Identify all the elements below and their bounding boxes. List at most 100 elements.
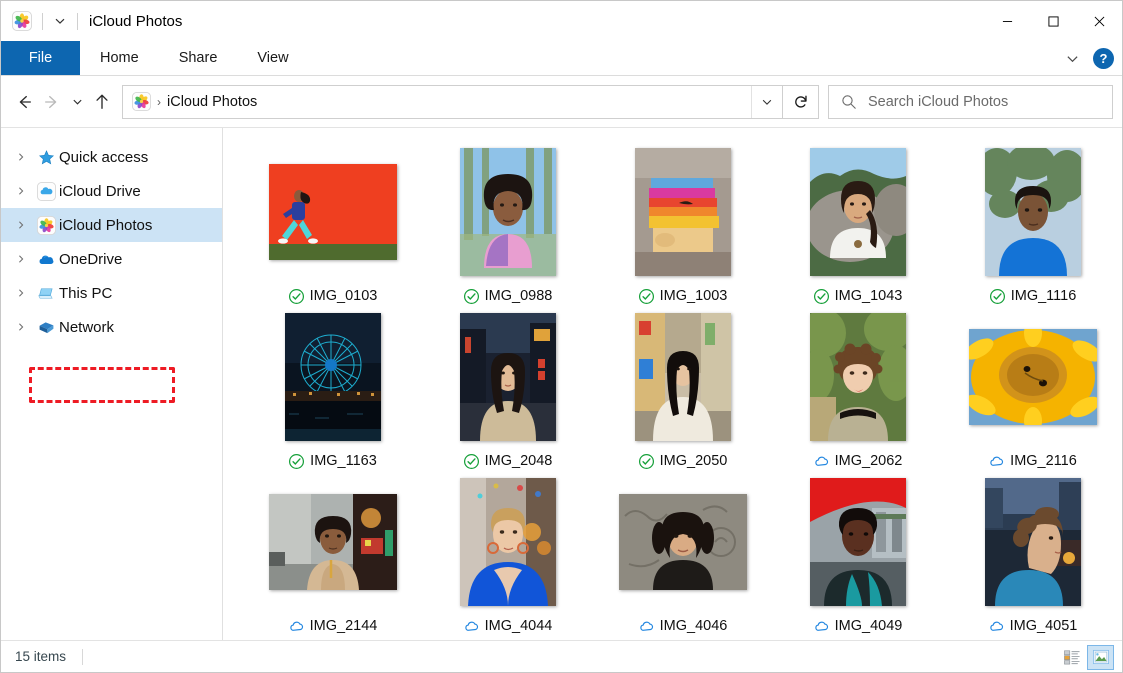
blue-cloud-icon <box>463 618 480 635</box>
file-label: IMG_4044 <box>463 615 553 637</box>
thumbnail-runner-orange-wall <box>269 164 397 260</box>
file-label: IMG_0988 <box>463 285 553 307</box>
thumbnail-woman-braid-rocks <box>810 148 906 276</box>
sidebar-item-icloud-drive[interactable]: iCloud Drive <box>1 174 222 208</box>
thumbnail-wrap <box>770 309 945 450</box>
apple-photos-icon <box>11 10 33 32</box>
sidebar-item-icloud-photos[interactable]: iCloud Photos <box>1 208 222 242</box>
annotation-highlight-box <box>29 367 175 403</box>
details-view-button[interactable] <box>1058 645 1085 670</box>
chevron-right-icon[interactable] <box>9 186 33 196</box>
sidebar-item-network[interactable]: Network <box>1 310 222 344</box>
breadcrumb[interactable]: › iCloud Photos <box>122 85 783 119</box>
minimize-button[interactable] <box>984 1 1030 41</box>
file-label: IMG_2050 <box>638 450 728 472</box>
star-icon <box>33 149 59 166</box>
navigation-pane: Quick access iCloud Drive <box>1 128 223 640</box>
tab-view[interactable]: View <box>237 41 308 75</box>
green-check-circle-icon <box>463 453 480 470</box>
thumbnail-woman-blue-jacket-lights <box>460 478 556 606</box>
thumbnail-wrap <box>770 474 945 615</box>
forward-button[interactable] <box>38 87 66 117</box>
breadcrumb-separator: › <box>157 95 161 109</box>
sidebar-item-onedrive[interactable]: OneDrive <box>1 242 222 276</box>
file-tile[interactable]: IMG_2048 <box>420 309 595 474</box>
thumbnail-man-red-umbrella <box>810 478 906 606</box>
file-tile[interactable]: IMG_1043 <box>770 144 945 309</box>
back-button[interactable] <box>10 87 38 117</box>
file-tile[interactable]: IMG_2116 <box>945 309 1120 474</box>
file-tile[interactable]: IMG_2144 <box>245 474 420 639</box>
thumbnail-wrap <box>595 474 770 615</box>
chevron-down-icon[interactable] <box>52 11 68 31</box>
maximize-button[interactable] <box>1030 1 1076 41</box>
blue-cloud-icon <box>288 618 305 635</box>
breadcrumb-dropdown-icon[interactable] <box>751 86 782 118</box>
thumbnail-man-tan-jacket-street <box>269 494 397 590</box>
blue-cloud-icon <box>988 453 1005 470</box>
chevron-down-icon[interactable] <box>1059 46 1085 72</box>
file-tile[interactable]: IMG_4049 <box>770 474 945 639</box>
apple-photos-icon <box>33 216 59 235</box>
file-label: IMG_1116 <box>989 285 1077 307</box>
close-button[interactable] <box>1076 1 1122 41</box>
file-tile[interactable]: IMG_4046 <box>595 474 770 639</box>
green-check-circle-icon <box>813 288 830 305</box>
file-tile[interactable]: IMG_0988 <box>420 144 595 309</box>
file-name: IMG_2048 <box>485 453 553 469</box>
thumbnail-wrap <box>245 474 420 615</box>
thumbnail-wrap <box>945 309 1120 450</box>
refresh-button[interactable] <box>783 85 819 119</box>
thumbnail-man-afro-pink-shirt <box>460 148 556 276</box>
green-check-circle-icon <box>989 288 1006 305</box>
status-divider <box>82 649 83 665</box>
file-label: IMG_2048 <box>463 450 553 472</box>
green-check-circle-icon <box>638 288 655 305</box>
file-tile[interactable]: IMG_1163 <box>245 309 420 474</box>
chevron-right-icon[interactable] <box>9 322 33 332</box>
chevron-right-icon[interactable] <box>9 254 33 264</box>
blue-cloud-icon <box>813 618 830 635</box>
file-explorer-window: iCloud Photos File Home Share View ? <box>0 0 1123 673</box>
file-tile[interactable]: IMG_4044 <box>420 474 595 639</box>
chevron-right-icon[interactable] <box>9 152 33 162</box>
onedrive-icon <box>33 250 59 269</box>
file-label: IMG_4046 <box>638 615 728 637</box>
tab-share[interactable]: Share <box>159 41 238 75</box>
large-icons-view-button[interactable] <box>1087 645 1114 670</box>
icloud-drive-icon <box>33 182 59 201</box>
file-tile[interactable]: IMG_1003 <box>595 144 770 309</box>
breadcrumb-path[interactable]: › iCloud Photos <box>123 92 751 111</box>
ribbon-tab-bar: File Home Share View ? <box>1 41 1122 76</box>
up-button[interactable] <box>88 87 116 117</box>
sidebar-item-label: iCloud Drive <box>59 183 141 200</box>
file-tile[interactable]: IMG_2062 <box>770 309 945 474</box>
file-name: IMG_1163 <box>310 453 377 469</box>
sidebar-item-quick-access[interactable]: Quick access <box>1 140 222 174</box>
tab-home[interactable]: Home <box>80 41 159 75</box>
chevron-right-icon[interactable] <box>9 220 33 230</box>
recent-locations-button[interactable] <box>66 87 88 117</box>
file-tile[interactable]: IMG_4051 <box>945 474 1120 639</box>
thumbnail-ferris-wheel-night <box>285 313 381 441</box>
search-input[interactable]: Search iCloud Photos <box>868 94 1008 110</box>
thumbnail-woman-curly-green-hedge <box>810 313 906 441</box>
file-tile[interactable]: IMG_0103 <box>245 144 420 309</box>
apple-photos-icon <box>132 92 151 111</box>
breadcrumb-current[interactable]: iCloud Photos <box>167 94 257 110</box>
tab-file[interactable]: File <box>1 41 80 75</box>
sidebar-item-this-pc[interactable]: This PC <box>1 276 222 310</box>
blue-cloud-icon <box>813 453 830 470</box>
thumbnail-person-profile-city-dusk <box>985 478 1081 606</box>
file-name: IMG_2116 <box>1010 453 1077 469</box>
blue-cloud-icon <box>988 618 1005 635</box>
file-tile[interactable]: IMG_1116 <box>945 144 1120 309</box>
file-list-pane[interactable]: IMG_0103 <box>223 128 1122 640</box>
chevron-right-icon[interactable] <box>9 288 33 298</box>
search-box[interactable]: Search iCloud Photos <box>828 85 1113 119</box>
file-label: IMG_4051 <box>988 615 1078 637</box>
file-name: IMG_2062 <box>835 453 903 469</box>
file-tile[interactable]: IMG_2050 <box>595 309 770 474</box>
file-name: IMG_1043 <box>835 288 903 304</box>
help-button[interactable]: ? <box>1093 48 1114 69</box>
